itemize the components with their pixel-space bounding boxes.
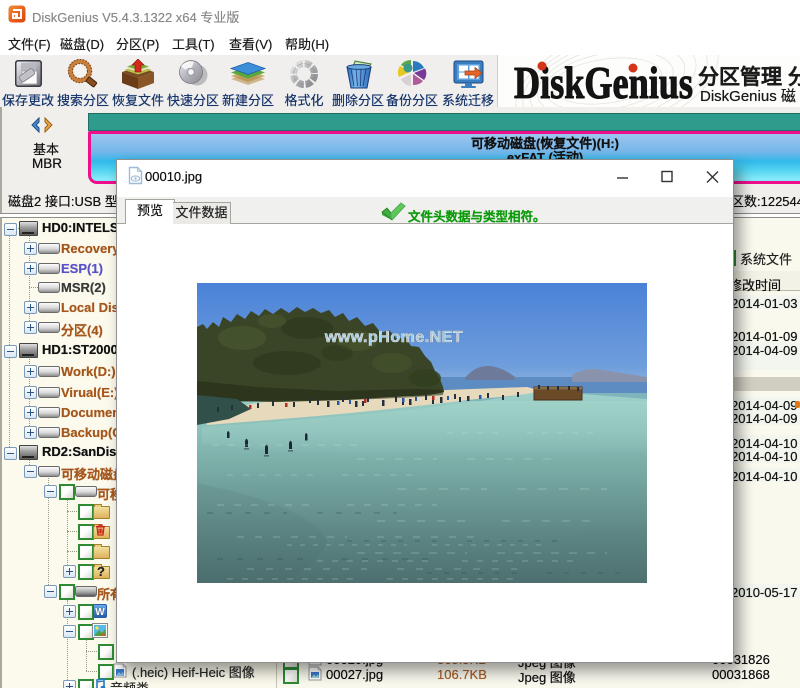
svg-text:分区管理 分: 分区管理 分	[698, 65, 800, 89]
svg-text:W: W	[95, 607, 105, 618]
svg-text:DiskGenius 磁: DiskGenius 磁	[700, 88, 796, 105]
svg-text:www.pHome.NET: www.pHome.NET	[324, 329, 463, 346]
